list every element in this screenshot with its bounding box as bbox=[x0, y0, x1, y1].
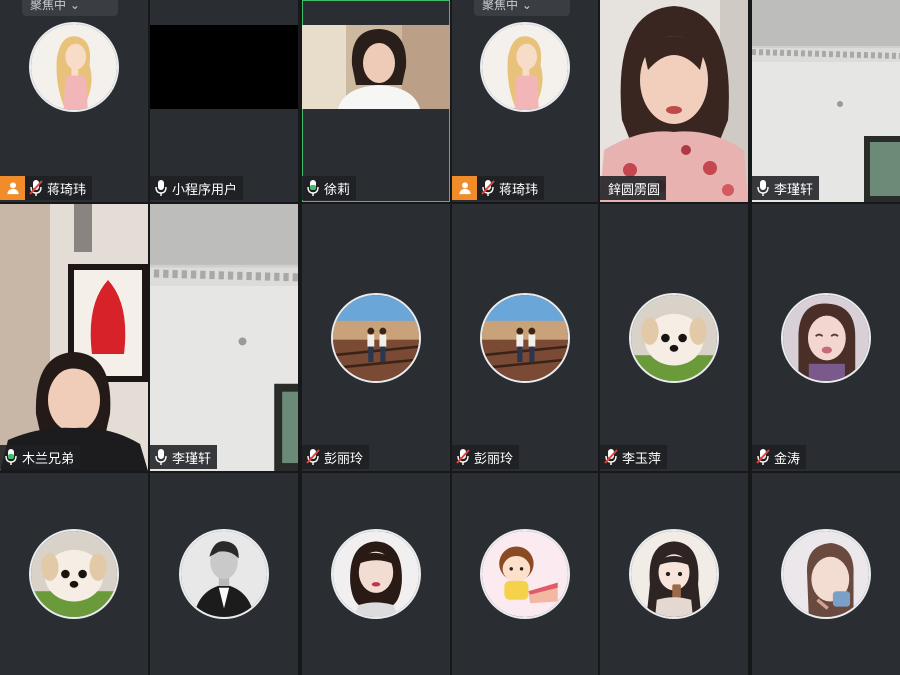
participant-name: 鋅圆雳圆 bbox=[608, 182, 661, 198]
participant-name: 木兰兄弟 bbox=[22, 451, 75, 467]
mic-muted-icon bbox=[481, 179, 495, 197]
participant-tile[interactable]: 徐莉 bbox=[302, 0, 450, 202]
name-tag: 徐莉 bbox=[302, 176, 357, 200]
microphone-icon bbox=[756, 179, 770, 197]
participant-tile[interactable]: 彭丽玲 bbox=[452, 204, 598, 471]
participant-tile[interactable]: 小程序用户 bbox=[150, 0, 298, 202]
avatar bbox=[781, 293, 871, 383]
focus-chip[interactable]: 聚焦中 ⌄ bbox=[474, 0, 570, 16]
participant-tile[interactable]: 金涛 bbox=[752, 204, 900, 471]
participant-tile[interactable]: 聚焦中 ⌄ 蒋琦玮 bbox=[452, 0, 598, 202]
mic-muted-icon bbox=[29, 179, 43, 197]
avatar bbox=[331, 293, 421, 383]
microphone-icon bbox=[4, 448, 18, 466]
video-feed bbox=[752, 0, 900, 202]
participant-name: 李瑾轩 bbox=[774, 182, 814, 198]
participant-tile[interactable]: 鋅圆雳圆 bbox=[600, 0, 748, 202]
participant-tile[interactable]: 聚焦中 ⌄ 蒋琦玮 bbox=[0, 0, 148, 202]
avatar bbox=[480, 529, 570, 619]
microphone-icon bbox=[154, 179, 168, 197]
participant-name: 蒋琦玮 bbox=[499, 182, 539, 198]
avatar bbox=[480, 293, 570, 383]
participant-tile[interactable] bbox=[0, 473, 148, 675]
participant-tile[interactable]: 李瑾轩 bbox=[752, 0, 900, 202]
mic-muted-icon bbox=[306, 448, 320, 466]
name-tag: 木兰兄弟 bbox=[0, 445, 81, 469]
video-feed bbox=[0, 204, 148, 471]
microphone-icon bbox=[154, 448, 168, 466]
participant-name: 金涛 bbox=[774, 451, 801, 467]
video-feed bbox=[150, 204, 298, 471]
name-tag: 小程序用户 bbox=[150, 176, 244, 200]
avatar bbox=[29, 22, 119, 112]
name-tag: 李瑾轩 bbox=[150, 445, 218, 469]
microphone-icon bbox=[306, 179, 320, 197]
name-tag: 鋅圆雳圆 bbox=[600, 176, 667, 200]
participant-name: 彭丽玲 bbox=[324, 451, 364, 467]
name-tag: 彭丽玲 bbox=[452, 445, 520, 469]
participant-grid: 聚焦中 ⌄ 蒋琦玮 小程序用户 徐莉 聚焦中 ⌄ 蒋琦玮 鋅圆雳圆 李瑾轩 木兰兄弟 李瑾轩 彭丽玲… bbox=[0, 0, 900, 675]
participant-tile[interactable]: 彭丽玲 bbox=[302, 204, 450, 471]
video-feed bbox=[600, 0, 748, 202]
focus-chip[interactable]: 聚焦中 ⌄ bbox=[22, 0, 118, 16]
participant-name: 徐莉 bbox=[324, 182, 351, 198]
participant-tile[interactable] bbox=[752, 473, 900, 675]
avatar bbox=[629, 293, 719, 383]
host-icon bbox=[452, 176, 477, 200]
video-feed bbox=[302, 25, 450, 109]
avatar bbox=[331, 529, 421, 619]
name-tag: 李玉萍 bbox=[600, 445, 668, 469]
avatar bbox=[629, 529, 719, 619]
name-tag: 蒋琦玮 bbox=[0, 176, 93, 200]
mic-muted-icon bbox=[456, 448, 470, 466]
participant-tile[interactable] bbox=[600, 473, 748, 675]
video-feed bbox=[150, 25, 298, 109]
participant-tile[interactable]: 木兰兄弟 bbox=[0, 204, 148, 471]
host-icon bbox=[0, 176, 25, 200]
participant-name: 彭丽玲 bbox=[474, 451, 514, 467]
participant-name: 蒋琦玮 bbox=[47, 182, 87, 198]
name-tag: 蒋琦玮 bbox=[452, 176, 545, 200]
mic-muted-icon bbox=[604, 448, 618, 466]
name-tag: 金涛 bbox=[752, 445, 807, 469]
name-tag: 彭丽玲 bbox=[302, 445, 370, 469]
participant-name: 李瑾轩 bbox=[172, 451, 212, 467]
participant-name: 李玉萍 bbox=[622, 451, 662, 467]
participant-name: 小程序用户 bbox=[172, 182, 238, 198]
avatar bbox=[781, 529, 871, 619]
avatar bbox=[480, 22, 570, 112]
participant-tile[interactable]: 李瑾轩 bbox=[150, 204, 298, 471]
avatar bbox=[179, 529, 269, 619]
participant-tile[interactable] bbox=[452, 473, 598, 675]
participant-tile[interactable] bbox=[302, 473, 450, 675]
participant-tile[interactable]: 李玉萍 bbox=[600, 204, 748, 471]
mic-muted-icon bbox=[756, 448, 770, 466]
avatar bbox=[29, 529, 119, 619]
participant-tile[interactable] bbox=[150, 473, 298, 675]
name-tag: 李瑾轩 bbox=[752, 176, 820, 200]
